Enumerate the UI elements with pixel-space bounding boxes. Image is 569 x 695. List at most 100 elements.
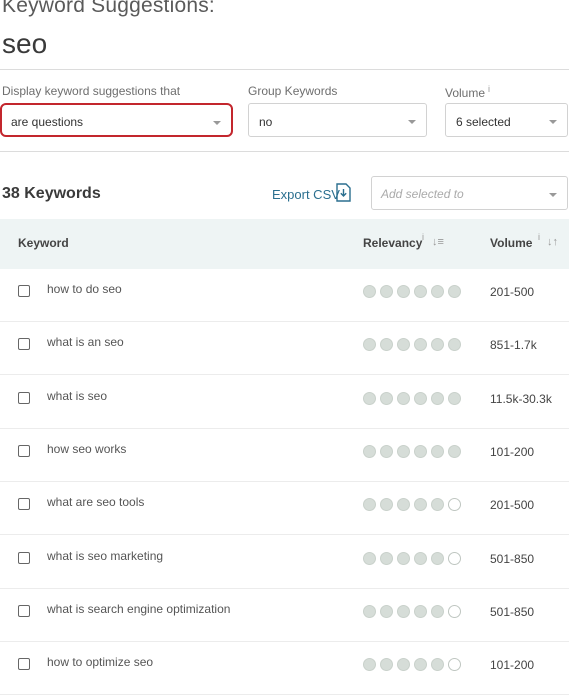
relevancy-dot-filled bbox=[380, 391, 393, 405]
relevancy-dot-filled bbox=[363, 658, 376, 672]
download-icon[interactable] bbox=[336, 183, 351, 202]
row-checkbox[interactable] bbox=[18, 444, 30, 457]
relevancy-dot-filled bbox=[363, 444, 376, 458]
relevancy-dot-filled bbox=[431, 285, 444, 298]
volume-filter-label: Volume i bbox=[445, 84, 491, 100]
relevancy-dot-filled bbox=[397, 658, 410, 672]
keyword-cell: what are seo tools bbox=[47, 495, 145, 510]
relevancy-dot-filled bbox=[363, 551, 376, 565]
add-selected-select[interactable]: Add selected to bbox=[371, 176, 568, 210]
relevancy-dot-filled bbox=[380, 338, 393, 352]
volume-select[interactable]: 6 selected bbox=[445, 103, 568, 137]
display-filter-value: are questions bbox=[11, 115, 84, 129]
relevancy-dot-filled bbox=[414, 444, 427, 458]
keyword-cell: what is an seo bbox=[47, 335, 124, 350]
row-checkbox[interactable] bbox=[18, 551, 30, 564]
relevancy-dot-filled bbox=[363, 498, 376, 512]
relevancy-dot-filled bbox=[380, 285, 393, 298]
volume-column-header[interactable]: Volume bbox=[490, 236, 532, 250]
chevron-down-icon bbox=[549, 120, 557, 124]
volume-value: 6 selected bbox=[456, 115, 511, 129]
relevancy-dot-filled bbox=[431, 658, 444, 672]
relevancy-indicator bbox=[363, 338, 461, 352]
relevancy-dot-filled bbox=[414, 391, 427, 405]
keyword-heading: seo bbox=[2, 28, 48, 59]
relevancy-dot-filled bbox=[397, 604, 410, 618]
relevancy-indicator bbox=[363, 285, 461, 298]
keyword-count: 38 Keywords bbox=[2, 185, 101, 202]
relevancy-dot-filled bbox=[431, 444, 444, 458]
row-checkbox[interactable] bbox=[18, 285, 30, 297]
relevancy-indicator bbox=[363, 391, 461, 405]
group-keywords-select[interactable]: no bbox=[248, 103, 427, 137]
volume-cell: 501-850 bbox=[490, 551, 535, 566]
volume-cell: 501-850 bbox=[490, 604, 535, 619]
relevancy-column-header[interactable]: Relevancy bbox=[363, 236, 422, 250]
relevancy-dot-empty bbox=[448, 498, 461, 512]
relevancy-dot-filled bbox=[414, 604, 427, 618]
keyword-cell: what is search engine optimization bbox=[47, 601, 231, 616]
relevancy-indicator bbox=[363, 604, 461, 618]
relevancy-dot-filled bbox=[431, 551, 444, 565]
table-row[interactable]: what is search engine optimization 501-85… bbox=[0, 589, 569, 642]
divider bbox=[0, 151, 569, 152]
table-header: Keyword Relevancy i ↓≡ Volume i ↓↑ bbox=[0, 219, 569, 269]
keyword-cell: how to optimize seo bbox=[47, 655, 154, 670]
sort-desc-icon[interactable]: ↓≡ bbox=[432, 236, 444, 248]
chevron-down-icon bbox=[408, 120, 416, 124]
relevancy-indicator bbox=[363, 444, 461, 458]
row-checkbox[interactable] bbox=[18, 338, 30, 351]
table-row[interactable]: how seo works 101-200 bbox=[0, 429, 569, 482]
volume-cell: 11.5k-30.3k bbox=[490, 391, 552, 406]
export-csv-link[interactable]: Export CSV bbox=[272, 187, 340, 202]
relevancy-dot-filled bbox=[363, 604, 376, 618]
keyword-column-header[interactable]: Keyword bbox=[18, 236, 69, 250]
relevancy-dot-filled bbox=[448, 391, 461, 405]
relevancy-dot-filled bbox=[431, 498, 444, 512]
relevancy-dot-filled bbox=[414, 285, 427, 298]
table-row[interactable]: what is an seo 851-1.7k bbox=[0, 322, 569, 376]
display-filter-select[interactable]: are questions bbox=[0, 103, 233, 137]
volume-cell: 201-500 bbox=[490, 498, 535, 513]
volume-cell: 101-200 bbox=[490, 444, 535, 459]
row-checkbox[interactable] bbox=[18, 658, 30, 671]
add-selected-placeholder: Add selected to bbox=[381, 187, 464, 201]
relevancy-dot-filled bbox=[448, 444, 461, 458]
keyword-cell: how to do seo bbox=[47, 282, 122, 296]
row-checkbox[interactable] bbox=[18, 604, 30, 617]
table-row[interactable]: what are seo tools 201-500 bbox=[0, 482, 569, 536]
relevancy-dot-filled bbox=[380, 444, 393, 458]
info-icon[interactable]: i bbox=[538, 232, 540, 242]
table-row[interactable]: what is seo marketing 501-850 bbox=[0, 536, 569, 589]
relevancy-dot-filled bbox=[363, 285, 376, 298]
relevancy-dot-filled bbox=[397, 391, 410, 405]
row-checkbox[interactable] bbox=[18, 498, 30, 511]
row-checkbox[interactable] bbox=[18, 391, 30, 404]
group-filter-label: Group Keywords bbox=[248, 84, 338, 98]
relevancy-dot-filled bbox=[448, 285, 461, 298]
relevancy-indicator bbox=[363, 551, 461, 565]
relevancy-dot-empty bbox=[448, 658, 461, 672]
relevancy-dot-filled bbox=[397, 285, 410, 298]
keyword-cell: what is seo bbox=[47, 388, 108, 403]
keyword-cell: what is seo marketing bbox=[47, 548, 164, 563]
relevancy-dot-filled bbox=[363, 338, 376, 352]
table-row[interactable]: how to optimize seo 101-200 bbox=[0, 642, 569, 695]
table-row[interactable]: how to do seo 201-500 bbox=[0, 269, 569, 322]
relevancy-dot-filled bbox=[431, 338, 444, 352]
info-icon[interactable]: i bbox=[488, 84, 490, 94]
sort-icon[interactable]: ↓↑ bbox=[547, 236, 558, 248]
volume-cell: 101-200 bbox=[490, 658, 535, 673]
relevancy-dot-empty bbox=[448, 551, 461, 565]
page-title: Keyword Suggestions: bbox=[2, 0, 215, 17]
table-row[interactable]: what is seo 11.5k-30.3k bbox=[0, 376, 569, 429]
relevancy-dot-filled bbox=[397, 498, 410, 512]
relevancy-dot-filled bbox=[414, 498, 427, 512]
chevron-down-icon bbox=[213, 121, 221, 125]
relevancy-dot-filled bbox=[414, 338, 427, 352]
volume-cell: 201-500 bbox=[490, 285, 535, 299]
info-icon[interactable]: i bbox=[422, 232, 424, 242]
divider bbox=[0, 69, 569, 70]
relevancy-dot-filled bbox=[397, 444, 410, 458]
relevancy-indicator bbox=[363, 498, 461, 512]
